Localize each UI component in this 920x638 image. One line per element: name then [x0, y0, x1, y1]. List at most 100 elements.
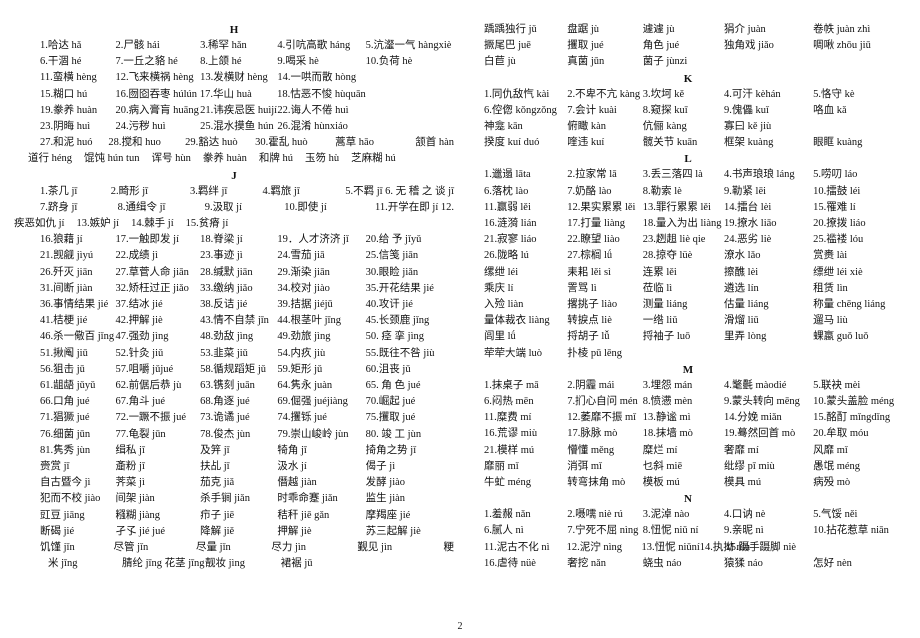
entry: 15.酩酊 mǐngdǐng: [813, 412, 891, 424]
entry-row: 61.龃龉 jǔyǔ 62.前倨后恭 jù 63.镌刻 juān 64.隽永 j…: [14, 378, 454, 394]
entry-row: 1.同仇敌忾 kài 2.不卑不亢 kàng 3.坎坷 kě 4.可汗 kèhá…: [470, 87, 906, 103]
entry: 莅临 lì: [642, 282, 673, 294]
entry: 76.细菌 jūn: [40, 428, 91, 440]
entry: 15.罹难 lí: [813, 201, 856, 213]
entry: 寡曰 kě jiù: [724, 121, 772, 133]
entry: 27.棕榈 lǘ: [567, 250, 613, 262]
entry: 猿猱 náo: [724, 557, 763, 569]
entry: 角色 jué: [642, 40, 680, 52]
entry: 41.桔梗 jié: [40, 315, 88, 327]
entry: 糜烂 mí: [642, 444, 678, 456]
right-column: 踽踽独行 jǔ 盘踞 jù 遽遽 jù 狷介 juàn 卷帙 juàn zhì …: [460, 22, 910, 572]
entry-row: 23.阴晦 huì 24.污秽 huì 25.混水摸鱼 hún 26.混淆 hù…: [14, 119, 454, 135]
entry: 米 jīng: [48, 558, 78, 570]
entry-row: 11.赢弱 lěi 12.果实累累 lěi 13.罪行累累 lěi 14.擂台 …: [470, 200, 906, 216]
entry: 2.畸形 jī: [110, 185, 149, 197]
entry: 转捩点 liè: [567, 315, 612, 327]
entry: [643, 346, 724, 362]
entry: 豢养 huàn: [202, 153, 247, 165]
entry-row: 疾恶如仇 jí 13.嫉妒 jí 14.棘手 jí 15.贫瘠 jí: [14, 216, 454, 232]
entry: 怎好 nèn: [813, 557, 852, 569]
entry: 22.诲人不倦 huì: [277, 104, 349, 116]
entry-row: 自古暨今 jì 荠菜 jì 茄克 jiǎ 僭越 jiàn 发酵 jiào: [14, 475, 454, 491]
entry: 7.宁死不屈 nìng: [567, 525, 639, 537]
entry: 16.虐待 nüè: [484, 557, 536, 569]
entry: 35.开花结果 jié: [365, 282, 434, 294]
entry: 31.间断 jiàn: [40, 282, 93, 294]
entry: 纰缪 pī miù: [724, 460, 775, 472]
entry: 11.开学在即 jí 12.: [375, 201, 454, 213]
entry: 豇豆 jiāng: [40, 509, 85, 521]
entry-row: 踽踽独行 jǔ 盘踞 jù 遽遽 jù 狷介 juàn 卷帙 juàn zhì: [470, 22, 906, 38]
page-number: 2: [457, 621, 463, 632]
entry: 框架 kuàng: [724, 137, 774, 149]
entry: 7.会计 kuài: [567, 104, 617, 116]
entry: 16.狼藉 jí: [40, 234, 83, 246]
entry: 69.倔强 juéjiàng: [277, 396, 348, 408]
entry: 摩羯座 jié: [365, 509, 411, 521]
entry: 23.阴晦 huì: [40, 121, 91, 133]
entry-row: 神龛 kān 俯瞰 kàn 伉俪 kàng 寡曰 kě jiù: [470, 119, 906, 135]
entry: 4.可汗 kèhán: [724, 88, 781, 100]
entry: 3.泥淖 nào: [642, 509, 690, 521]
entry: 21.模样 mú: [484, 444, 535, 456]
entry: 28.缄默 jiān: [200, 266, 253, 278]
entry: 2.阴霾 mái: [567, 379, 615, 391]
entry: 时乖命蹇 jiǎn: [277, 493, 338, 505]
entry: 揆度 kuí duó: [484, 137, 540, 149]
entry: 馄饨 hún tun: [84, 153, 140, 165]
entry-row: 饥馑 jǐn 尽管 jǐn 尽量 jǐn 尽力 jìn 觐见 jìn 粳: [14, 540, 454, 556]
entry: [813, 119, 906, 135]
entry: 伉俪 kàng: [642, 121, 687, 133]
entry-row: 撅尾巴 juē 攫取 jué 角色 jué 独角戏 jiǎo 啁啾 zhōu j…: [470, 38, 906, 54]
entry: 13.嫉妒 jí: [76, 218, 120, 230]
entry: 菌子 jùnzi: [642, 56, 688, 68]
entry: 眼眶 kuàng: [813, 137, 863, 149]
entry-row: 76.细菌 jūn 77.龟裂 jūn 78.俊杰 jùn 79.崇山峻岭 jù…: [14, 427, 454, 443]
entry: 7.扪心自问 mén: [567, 396, 638, 408]
entry-row: 11.蛮横 hèng 12.飞来横祸 hèng 13.发横财 hèng 14.一…: [14, 70, 454, 86]
entry: 23.趔趄 liè qie: [642, 234, 706, 246]
entry: 真菌 jūn: [567, 56, 605, 68]
entry-row: 27.和泥 huó 28.搅和 huo 29.豁达 huò 30.霍乱 huò …: [14, 135, 454, 151]
entry: 21.觊觎 jìyú: [40, 250, 94, 262]
entry-row: 揆度 kuí duó 喹违 kuí 髋关节 kuān 框架 kuàng 眼眶 k…: [470, 135, 906, 151]
entry: 神龛 kān: [484, 121, 523, 133]
entry: 29.豁达 huò: [185, 137, 238, 149]
entry: 23.事迹 jì: [200, 250, 243, 262]
entry: 蜾蠃 guǒ luǒ: [813, 331, 869, 343]
entry: 4.书声琅琅 láng: [724, 169, 795, 181]
entry: 测量 liáng: [642, 299, 688, 311]
entry: 10.擂鼓 léi: [813, 185, 861, 197]
entry: [724, 54, 813, 70]
entry: 卷帙 juàn zhì: [813, 24, 871, 35]
entry: 16.荒谬 miù: [484, 428, 538, 440]
entry: 租赁 lìn: [813, 282, 848, 294]
entry-row: 36.事情结果 jié 37.结冰 jié 38.反诘 jié 39.拮据 ji…: [14, 297, 454, 313]
entry: 3.丢三落四 là: [642, 169, 703, 181]
entry: 11.蛮横 hèng: [40, 72, 97, 84]
entry: 懵懂 měng: [567, 444, 615, 456]
entry-row: 入殓 liàn 撂挑子 liào 测量 liáng 估量 liáng 称量 ch…: [470, 297, 906, 313]
entry: 80. 竣 工 jùn: [365, 428, 422, 440]
entry-row: 1.抹桌子 mā 2.阴霾 mái 3.埋怨 mán 4.氅氎 màodié 5…: [470, 378, 906, 394]
entry: 8.窥探 kuī: [642, 104, 688, 116]
entry: 赍赏 jī: [40, 461, 70, 473]
entry: 独角戏 jiǎo: [724, 40, 774, 52]
entry-row: 16.涟漪 lián 17.打量 liàng 18.量入为出 liàng 19.…: [470, 216, 906, 232]
entry: 19.豢养 huàn: [40, 104, 98, 116]
entry: 18.量入为出 liàng: [642, 218, 722, 230]
entry: 9.傀儡 kuǐ: [724, 104, 769, 116]
entry: 4.口讷 nè: [724, 509, 766, 521]
entry: 36.事情结果 jié: [40, 299, 109, 311]
entry: 9.汲取 jí: [204, 201, 243, 213]
section-heading-k: K: [683, 72, 693, 85]
entry-row: 1.羞赧 nǎn 2.嗫嚅 niè rú 3.泥淖 nào 4.口讷 nè 5.…: [470, 507, 906, 523]
entry: [366, 103, 454, 119]
entry: 滑熘 liū: [724, 315, 759, 327]
entry: 9.喝采 hè: [277, 56, 319, 68]
section-heading-n: N: [684, 493, 692, 506]
entry: 6.干涸 hé: [40, 56, 82, 68]
entry: [813, 346, 906, 362]
entry: 72.一蹶不振 jué: [115, 412, 187, 424]
